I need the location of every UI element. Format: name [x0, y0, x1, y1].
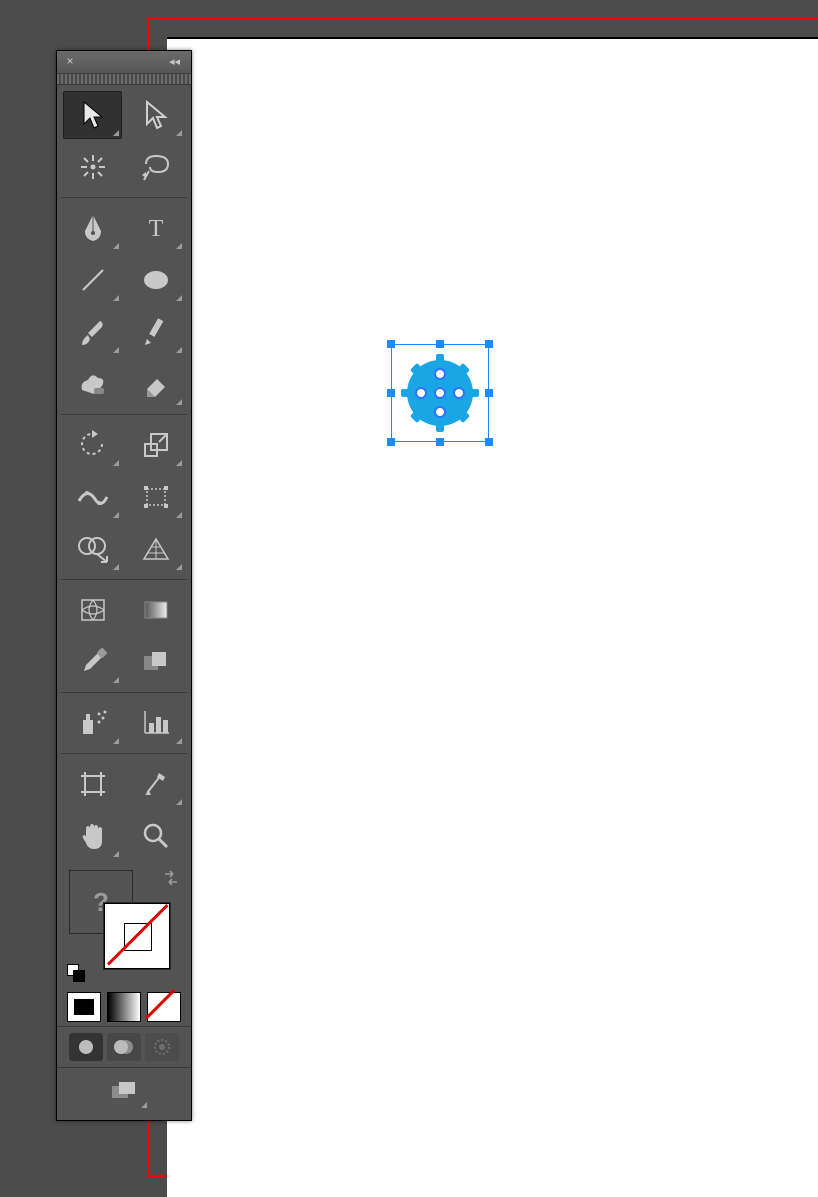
fill-stroke-controls: ? — [57, 862, 191, 988]
blob-brush-tool[interactable] — [63, 360, 122, 408]
artboard-tool[interactable] — [63, 760, 122, 808]
resize-handle-bottom-left[interactable] — [387, 438, 395, 446]
scale-tool[interactable] — [126, 421, 185, 469]
width-tool[interactable] — [63, 473, 122, 521]
gradient-icon — [141, 597, 171, 623]
panel-titlebar[interactable]: × ◂◂ — [57, 51, 191, 74]
color-mode-row — [57, 988, 191, 1026]
lasso-icon — [140, 152, 172, 182]
line-segment-tool[interactable] — [63, 256, 122, 304]
screen-mode-icon — [109, 1080, 139, 1104]
perspective-grid-tool[interactable] — [126, 525, 185, 573]
rotate-tool[interactable] — [63, 421, 122, 469]
resize-handle-top-left[interactable] — [387, 340, 395, 348]
magic-wand-tool[interactable] — [63, 143, 122, 191]
selection-arrow-icon — [80, 100, 106, 130]
magic-wand-icon — [78, 152, 108, 182]
draw-normal-icon — [75, 1037, 97, 1057]
ellipse-tool[interactable] — [126, 256, 185, 304]
artboard[interactable] — [167, 37, 818, 1197]
shape-builder-icon — [77, 534, 109, 564]
pencil-icon — [141, 317, 171, 347]
perspective-grid-icon — [140, 535, 172, 563]
eraser-tool[interactable] — [126, 360, 185, 408]
mesh-tool[interactable] — [63, 586, 122, 634]
hand-tool[interactable] — [63, 812, 122, 860]
draw-behind[interactable] — [107, 1033, 141, 1061]
type-icon: T — [142, 214, 170, 242]
stroke-swatch-inner — [124, 923, 152, 951]
paintbrush-icon — [78, 317, 108, 347]
rotate-icon — [78, 430, 108, 460]
blend-icon — [140, 648, 172, 676]
resize-handle-right[interactable] — [485, 389, 493, 397]
screen-mode-row — [57, 1067, 191, 1120]
draw-normal[interactable] — [69, 1033, 103, 1061]
stroke-swatch[interactable] — [103, 902, 171, 970]
svg-text:T: T — [148, 216, 163, 242]
panel-close-icon[interactable]: × — [63, 55, 77, 69]
default-fill-stroke-icon[interactable] — [67, 964, 85, 982]
gradient-tool[interactable] — [126, 586, 185, 634]
artboard-icon — [78, 769, 108, 799]
width-icon — [77, 483, 109, 511]
resize-handle-left[interactable] — [387, 389, 395, 397]
change-screen-mode[interactable] — [105, 1078, 143, 1106]
shape-builder-tool[interactable] — [63, 525, 122, 573]
slice-tool[interactable] — [126, 760, 185, 808]
pen-tool[interactable] — [63, 204, 122, 252]
blob-brush-icon — [78, 370, 108, 398]
swap-fill-stroke-icon[interactable] — [161, 868, 181, 888]
draw-inside — [145, 1033, 179, 1061]
direct-selection-tool[interactable] — [126, 91, 185, 139]
free-transform-tool[interactable] — [126, 473, 185, 521]
selection-tool[interactable] — [63, 91, 122, 139]
tools-panel: × ◂◂ — [56, 50, 192, 1121]
eyedropper-tool[interactable] — [63, 638, 122, 686]
zoom-icon — [141, 821, 171, 851]
hand-icon — [78, 821, 108, 851]
resize-handle-bottom[interactable] — [436, 438, 444, 446]
line-icon — [79, 266, 107, 294]
panel-grip[interactable] — [57, 74, 191, 85]
color-mode-solid[interactable] — [67, 992, 101, 1022]
paintbrush-tool[interactable] — [63, 308, 122, 356]
draw-behind-icon — [112, 1037, 136, 1057]
resize-handle-top-right[interactable] — [485, 340, 493, 348]
color-mode-gradient[interactable] — [107, 992, 141, 1022]
selected-object[interactable] — [391, 344, 489, 442]
type-tool[interactable]: T — [126, 204, 185, 252]
resize-handle-bottom-right[interactable] — [485, 438, 493, 446]
zoom-tool[interactable] — [126, 812, 185, 860]
direct-selection-arrow-icon — [143, 100, 169, 130]
eyedropper-icon — [78, 647, 108, 677]
ellipse-icon — [141, 267, 171, 293]
column-graph-icon — [141, 709, 171, 737]
slice-icon — [141, 769, 171, 799]
symbol-sprayer-icon — [77, 708, 109, 738]
eraser-icon — [141, 371, 171, 397]
scale-icon — [141, 430, 171, 460]
draw-mode-row — [57, 1026, 191, 1067]
mesh-icon — [78, 596, 108, 624]
column-graph-tool[interactable] — [126, 699, 185, 747]
draw-inside-icon — [151, 1037, 173, 1057]
selection-bounding-box — [391, 344, 489, 442]
panel-collapse-icon[interactable]: ◂◂ — [169, 55, 185, 69]
symbol-sprayer-tool[interactable] — [63, 699, 122, 747]
blend-tool[interactable] — [126, 638, 185, 686]
resize-handle-top[interactable] — [436, 340, 444, 348]
lasso-tool[interactable] — [126, 143, 185, 191]
free-transform-icon — [141, 483, 171, 511]
pen-icon — [79, 213, 107, 243]
color-mode-none[interactable] — [147, 992, 181, 1022]
pencil-tool[interactable] — [126, 308, 185, 356]
